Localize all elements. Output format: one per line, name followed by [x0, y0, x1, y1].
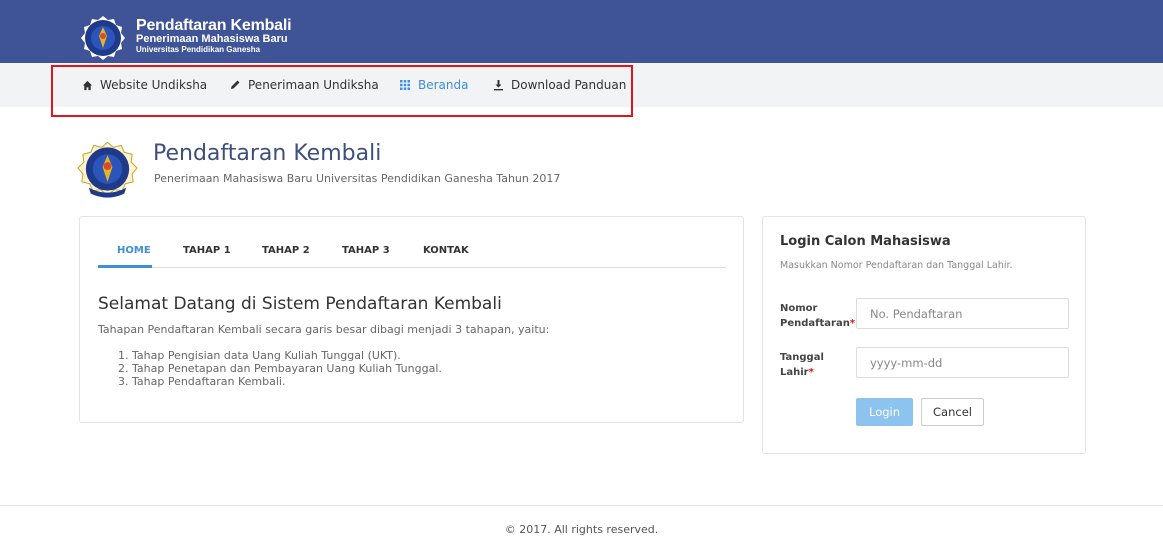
- active-tab-indicator: [98, 265, 152, 268]
- nav-item-penerimaan-undiksha[interactable]: Penerimaan Undiksha: [228, 63, 379, 107]
- tab-tahap-3[interactable]: TAHAP 3: [342, 245, 390, 256]
- tab-bar: HOME TAHAP 1 TAHAP 2 TAHAP 3 KONTAK: [98, 239, 726, 268]
- nomor-pendaftaran-input[interactable]: [856, 298, 1069, 329]
- page-title: Pendaftaran Kembali: [153, 141, 382, 166]
- nomor-pendaftaran-label: Nomor Pendaftaran*: [780, 303, 856, 329]
- main-content-card: HOME TAHAP 1 TAHAP 2 TAHAP 3 KONTAK Sela…: [79, 216, 744, 423]
- login-card: Login Calon Mahasiswa Masukkan Nomor Pen…: [762, 216, 1086, 454]
- steps-list: 1. Tahap Pengisian data Uang Kuliah Tung…: [118, 349, 442, 388]
- list-item: 3. Tahap Pendaftaran Kembali.: [118, 375, 286, 388]
- login-help-text: Masukkan Nomor Pendaftaran dan Tanggal L…: [780, 260, 1013, 271]
- nav-label: Penerimaan Undiksha: [248, 78, 379, 92]
- login-button[interactable]: Login: [856, 398, 913, 426]
- tab-tahap-1[interactable]: TAHAP 1: [183, 245, 231, 256]
- main-navbar: Website Undiksha Penerimaan Undiksha Ber…: [0, 63, 1163, 107]
- page-subtitle: Penerimaan Mahasiswa Baru Universitas Pe…: [154, 172, 561, 185]
- footer-divider: [0, 505, 1163, 506]
- nav-label: Website Undiksha: [100, 78, 208, 92]
- university-logo[interactable]: [79, 14, 127, 62]
- list-item: 2. Tahap Penetapan dan Pembayaran Uang K…: [118, 362, 442, 375]
- tab-kontak[interactable]: KONTAK: [423, 245, 469, 256]
- brand-title: Pendaftaran Kembali: [136, 17, 292, 34]
- grid-icon: [398, 78, 412, 92]
- nav-item-download-panduan[interactable]: Download Panduan: [491, 63, 626, 107]
- tab-tahap-2[interactable]: TAHAP 2: [262, 245, 310, 256]
- nav-item-beranda[interactable]: Beranda: [398, 63, 468, 107]
- welcome-heading: Selamat Datang di Sistem Pendaftaran Kem…: [98, 294, 502, 314]
- download-icon: [491, 78, 505, 92]
- nav-label: Download Panduan: [511, 78, 627, 92]
- top-header-bar: Pendaftaran Kembali Penerimaan Mahasiswa…: [0, 0, 1163, 63]
- nav-label: Beranda: [418, 78, 469, 92]
- pencil-icon: [228, 78, 242, 92]
- footer-copyright: © 2017. All rights reserved.: [504, 523, 659, 536]
- intro-text: Tahapan Pendaftaran Kembali secara garis…: [98, 323, 550, 336]
- cancel-button[interactable]: Cancel: [921, 398, 984, 426]
- tab-home[interactable]: HOME: [117, 245, 151, 256]
- header-logo: [77, 141, 138, 198]
- nav-item-website-undiksha[interactable]: Website Undiksha: [80, 63, 207, 107]
- tanggal-lahir-label: Tanggal Lahir*: [780, 352, 824, 378]
- list-item: 1. Tahap Pengisian data Uang Kuliah Tung…: [118, 349, 401, 362]
- brand-text: Pendaftaran Kembali Penerimaan Mahasiswa…: [136, 17, 292, 55]
- home-icon: [80, 78, 94, 92]
- brand-subtitle: Penerimaan Mahasiswa Baru: [136, 33, 288, 45]
- brand-university: Universitas Pendidikan Ganesha: [136, 45, 261, 54]
- login-title: Login Calon Mahasiswa: [780, 234, 951, 249]
- tanggal-lahir-input[interactable]: [856, 347, 1069, 378]
